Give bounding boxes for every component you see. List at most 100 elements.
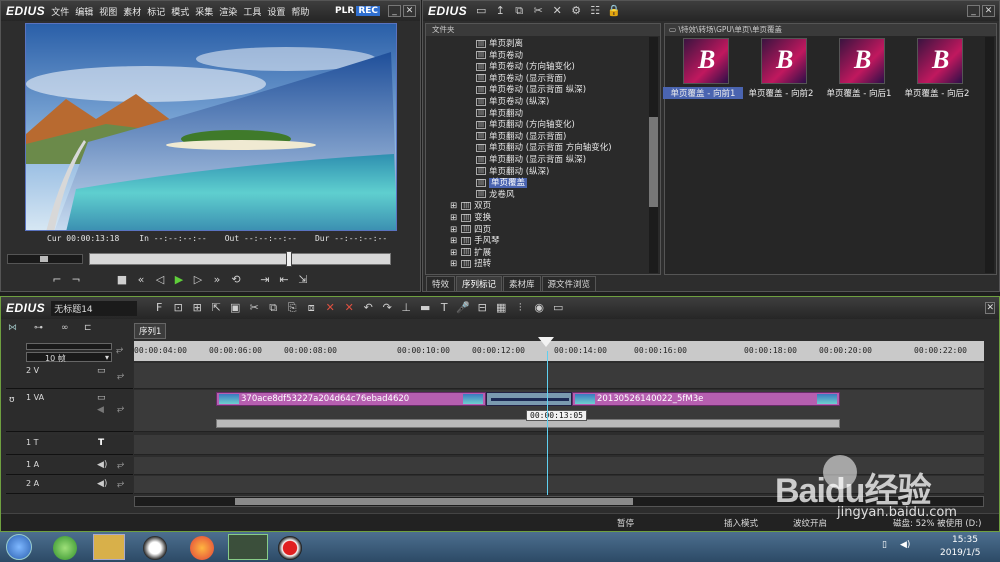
tree-item[interactable]: ||| 单页翻动 (显示背面 纵深) <box>476 153 586 165</box>
taskbar-qq-icon[interactable] <box>143 536 167 560</box>
effect-thumb[interactable]: B 单页覆盖 - 向前1 <box>663 38 743 99</box>
expand-icon[interactable]: ⊞ <box>450 248 457 258</box>
playback-scrubber[interactable] <box>89 251 391 267</box>
stop-button[interactable]: ■ <box>114 273 130 287</box>
taskbar-firefox-icon[interactable] <box>190 536 214 560</box>
tray-volume-icon[interactable]: ◀) <box>900 540 910 550</box>
grid-icon[interactable]: ▦ <box>493 301 509 315</box>
taskbar-edius-icon[interactable] <box>228 534 268 560</box>
timeline-scrollbar[interactable] <box>134 496 984 507</box>
menu-edit[interactable]: 编辑 <box>75 8 93 18</box>
render-icon[interactable]: ⊟ <box>474 301 490 315</box>
track-lock-icon[interactable]: ▭ <box>97 366 106 376</box>
tree-folder[interactable]: ⊞ ||| 四页 <box>450 223 491 235</box>
taskbar-clock-date[interactable]: 2019/1/5 <box>940 548 980 558</box>
minimize-button[interactable]: _ <box>388 5 401 17</box>
expand-icon[interactable]: ⊞ <box>450 213 457 223</box>
view-mode-icon[interactable]: ☷ <box>587 4 603 18</box>
menu-capture[interactable]: 采集 <box>195 8 213 18</box>
tree-item[interactable]: ||| 单页卷动 (方向轴变化) <box>476 60 575 72</box>
tree-item[interactable]: ||| 单页翻动 (方向轴变化) <box>476 118 575 130</box>
tab-source-browser[interactable]: 源文件浏览 <box>541 276 597 292</box>
menu-tools[interactable]: 工具 <box>243 8 261 18</box>
taskbar-clock-time[interactable]: 15:35 <box>952 535 978 545</box>
tree-folder[interactable]: ⊞ ||| 双页 <box>450 199 491 211</box>
track-lane-1va[interactable]: 370ace8df53227a204d64c76ebad4620 2013052… <box>134 390 984 432</box>
menu-marker[interactable]: 标记 <box>147 8 165 18</box>
sync-icon[interactable]: ⊶ <box>34 323 43 333</box>
menu-view[interactable]: 视图 <box>99 8 117 18</box>
snap-icon[interactable]: ⊏ <box>84 323 92 333</box>
save-icon[interactable]: ▣ <box>227 301 243 315</box>
track-sync-icon[interactable]: ʊ <box>9 395 15 405</box>
tree-item[interactable]: ||| 单页卷动 <box>476 49 523 61</box>
replace-icon[interactable]: ⧈ <box>303 301 319 315</box>
track-audio-icon[interactable]: ◀ <box>97 405 104 415</box>
menu-clip[interactable]: 素材 <box>123 8 141 18</box>
zoom-select[interactable]: 10 帧 ▾ <box>26 352 112 363</box>
tab-effects[interactable]: 特效 <box>426 276 456 292</box>
tree-item-selected[interactable]: ||| 单页覆盖 <box>476 176 528 189</box>
tree-item[interactable]: ||| 单页卷动 (纵深) <box>476 95 549 107</box>
tree-item[interactable]: ||| 单页翻动 (纵深) <box>476 165 549 177</box>
tab-sequence-markers[interactable]: 序列标记 <box>456 276 503 292</box>
mixer-icon[interactable]: ⫶ <box>512 301 528 315</box>
track-header-2v[interactable]: 2 V ▭ ⥂ <box>6 363 133 389</box>
ripple-delete-icon[interactable]: ✕ <box>341 301 357 315</box>
track-header-1va[interactable]: ʊ 1 VA ▭ ◀ ⥂ <box>6 390 133 432</box>
menu-render[interactable]: 渲染 <box>219 8 237 18</box>
title-icon[interactable]: T <box>436 301 452 315</box>
export-button[interactable]: ⇲ <box>295 273 311 287</box>
tree-folder[interactable]: ⊞ ||| 手风琴 <box>450 234 500 246</box>
video-clip-a[interactable]: 370ace8df53227a204d64c76ebad4620 <box>216 392 486 406</box>
split-icon[interactable]: ⊥ <box>398 301 414 315</box>
loop-button[interactable]: ⟲ <box>228 273 244 287</box>
folder-icon[interactable]: ▭ <box>473 4 489 18</box>
cut-icon[interactable]: ✂ <box>530 4 546 18</box>
taskbar-record-icon[interactable] <box>278 536 302 560</box>
open-icon[interactable]: ⊞ <box>189 301 205 315</box>
next-frame-button[interactable]: ▷ <box>190 273 206 287</box>
tree-item[interactable]: ||| 单页翻动 (显示背面) <box>476 130 566 142</box>
expand-tracks-icon[interactable]: ⥂ <box>116 345 123 355</box>
set-in-button[interactable]: ⌐ <box>49 273 65 287</box>
link-icon[interactable]: ⋈ <box>8 323 17 333</box>
tab-bin[interactable]: 素材库 <box>503 276 541 292</box>
redo-icon[interactable]: ↷ <box>379 301 395 315</box>
menu-settings[interactable]: 设置 <box>267 8 285 18</box>
track-expand-icon[interactable]: ⥂ <box>117 371 124 381</box>
up-folder-icon[interactable]: ↥ <box>492 4 508 18</box>
tree-item[interactable]: ||| 单页卷动 (显示背面 纵深) <box>476 83 586 95</box>
sequence-tab[interactable]: 序列1 <box>134 323 167 339</box>
menu-file[interactable]: 文件 <box>51 8 69 18</box>
track-lane-2v[interactable] <box>134 363 984 389</box>
copy-icon[interactable]: ⧉ <box>265 301 281 315</box>
timeline-close-button[interactable]: ✕ <box>985 302 995 314</box>
rewind-button[interactable]: « <box>133 273 149 287</box>
tree-item[interactable]: ||| 龙卷风 <box>476 188 515 200</box>
rec-mode-button[interactable]: REC <box>356 6 380 16</box>
undo-icon[interactable]: ↶ <box>360 301 376 315</box>
effects-minimize-button[interactable]: _ <box>967 5 980 17</box>
fast-forward-button[interactable]: » <box>209 273 225 287</box>
video-clip-b[interactable]: 20130526140022_5fM3e <box>572 392 840 406</box>
zoom-slider[interactable] <box>26 343 112 350</box>
expand-icon[interactable]: ⊞ <box>450 201 457 211</box>
menu-mode[interactable]: 模式 <box>171 8 189 18</box>
transition-icon[interactable]: ▬ <box>417 301 433 315</box>
tree-item[interactable]: ||| 单页剥离 <box>476 37 523 49</box>
delete-icon[interactable]: ✕ <box>549 4 565 18</box>
close-button[interactable]: ✕ <box>403 5 416 17</box>
play-button[interactable]: ▶ <box>171 273 187 287</box>
tree-item[interactable]: ||| 单页卷动 (显示背面) <box>476 72 566 84</box>
taskbar-explorer-icon[interactable] <box>93 534 125 560</box>
track-lane-2a[interactable] <box>134 476 984 494</box>
scrollbar-thumb[interactable] <box>235 498 633 505</box>
cut-icon[interactable]: ✂ <box>246 301 262 315</box>
delete-icon[interactable]: ✕ <box>322 301 338 315</box>
layout-icon[interactable]: ▭ <box>550 301 566 315</box>
taskbar-360-icon[interactable] <box>53 536 77 560</box>
expand-icon[interactable]: ⊞ <box>450 259 457 269</box>
color-icon[interactable]: ◉ <box>531 301 547 315</box>
tray-network-icon[interactable]: ▯ <box>882 540 887 550</box>
